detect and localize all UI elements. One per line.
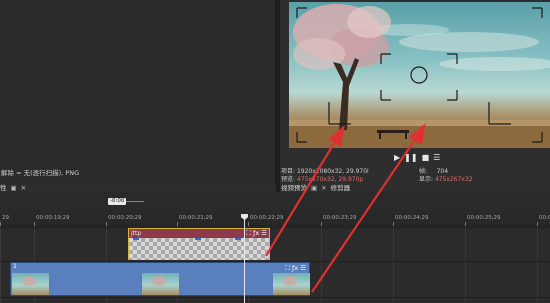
crop-icon[interactable]: ⛶	[285, 264, 290, 273]
frame-label: 帧:	[419, 168, 428, 175]
transport-controls: ▶ ❚❚ ■ ☰	[394, 153, 440, 163]
clip-menu-icon[interactable]: ☰	[261, 230, 267, 237]
video-clip[interactable]: 1 ⛶ ƒx ☰	[10, 262, 310, 296]
transparent-clip-body	[129, 238, 269, 260]
preview-value: 475x270x32, 29.970p	[296, 175, 364, 183]
properties-panel	[0, 0, 276, 184]
menu-icon[interactable]: ☰	[433, 153, 440, 163]
display-value: 475x267x32	[434, 175, 473, 183]
preview-info-right: 帧: 704 显示: 475x267x32	[419, 168, 473, 183]
fx-icon[interactable]: ƒx	[292, 264, 298, 273]
grid-line	[321, 226, 322, 303]
fade-marker[interactable]	[235, 238, 241, 240]
clip-name: jttp	[131, 230, 142, 237]
fade-marker[interactable]	[195, 238, 201, 240]
crop-icon[interactable]: ⛶	[246, 230, 251, 237]
ruler-tick-label: 00:00:20;29	[108, 215, 142, 221]
preview-label: 预览:	[281, 175, 296, 183]
clip-thumbnail	[142, 273, 179, 295]
fade-marker[interactable]	[133, 238, 139, 240]
ruler-tick-label: 00:00:24;29	[395, 215, 429, 221]
playhead-line[interactable]	[244, 216, 245, 303]
ruler-tick-label: 00:00:21;29	[179, 215, 213, 221]
project-label: 项目:	[281, 168, 296, 175]
grid-line	[537, 226, 538, 303]
track-separator	[0, 227, 550, 228]
timeline-toolbar	[0, 192, 550, 214]
project-value: 1920x1080x32, 29.970i	[296, 168, 369, 175]
ruler-tick-label: 00:00:19;29	[36, 215, 70, 221]
ruler-tick-label: 00:00:22;29	[250, 215, 284, 221]
media-properties-text: 解除 = 无(逐行扫描), PNG	[1, 169, 80, 177]
track-number: 1	[13, 263, 17, 270]
clip-thumbnail	[12, 273, 49, 295]
preview-image	[289, 4, 550, 148]
clip-thumbnail	[273, 273, 310, 295]
video-preview-frame[interactable]	[289, 2, 550, 148]
fx-icon[interactable]: ƒx	[253, 230, 259, 237]
time-offset-badge: -0:00	[108, 198, 127, 205]
play-icon[interactable]: ▶	[394, 153, 400, 163]
ruler-tick-label: 29	[2, 215, 9, 221]
loop-region-indicator[interactable]	[126, 201, 144, 202]
grid-line	[393, 226, 394, 303]
stop-icon[interactable]: ■	[422, 153, 430, 163]
grid-line	[0, 226, 1, 303]
frame-value: 704	[436, 168, 449, 175]
display-label: 显示:	[419, 175, 434, 183]
ruler-tick-label: 00:00:25;29	[467, 215, 501, 221]
grid-line	[465, 226, 466, 303]
ruler-tick-label: 00:00:26;29	[539, 215, 550, 221]
clip-menu-icon[interactable]: ☰	[300, 264, 306, 273]
pause-icon[interactable]: ❚❚	[404, 153, 417, 163]
preview-info-left: 项目: 1920x1080x32, 29.970i 预览: 475x270x32…	[281, 168, 369, 183]
overlay-clip[interactable]: jttp ⛶ ƒx ☰	[128, 228, 270, 260]
clip-header[interactable]: jttp ⛶ ƒx ☰	[129, 229, 269, 238]
track-separator	[0, 297, 550, 298]
ruler-tick-label: 00:00:23;29	[323, 215, 357, 221]
